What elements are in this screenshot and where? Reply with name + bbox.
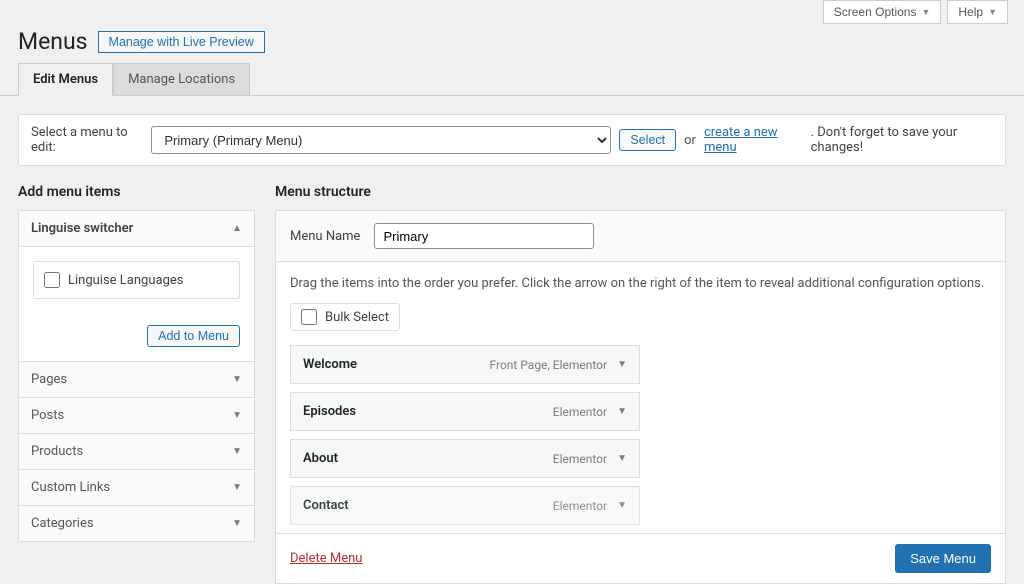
metabox-categories-head[interactable]: Categories ▼ [19, 506, 254, 541]
menu-item-title: About [303, 451, 338, 466]
help-label: Help [958, 5, 983, 19]
chevron-down-icon: ▼ [617, 453, 627, 464]
tab-manage-locations[interactable]: Manage Locations [113, 63, 250, 95]
select-tail-text: . Don't forget to save your changes! [811, 125, 993, 155]
menu-item-title: Contact [303, 498, 349, 513]
screen-options-label: Screen Options [834, 5, 917, 19]
menu-item[interactable]: Contact Elementor ▼ [290, 486, 640, 525]
metabox-linguise-title: Linguise switcher [31, 221, 133, 236]
help-button[interactable]: Help ▼ [947, 0, 1008, 24]
menu-select-dropdown[interactable]: Primary (Primary Menu) [151, 126, 611, 154]
menu-structure-box: Menu Name Drag the items into the order … [275, 210, 1006, 584]
metabox-pages-head[interactable]: Pages ▼ [19, 361, 254, 398]
screen-options-button[interactable]: Screen Options ▼ [823, 0, 942, 24]
chevron-down-icon: ▼ [232, 410, 242, 421]
menu-item-type: Elementor [553, 499, 607, 513]
save-menu-button[interactable]: Save Menu [895, 544, 991, 573]
select-menu-button[interactable]: Select [619, 129, 676, 151]
drag-hint-text: Drag the items into the order you prefer… [290, 276, 991, 291]
bulk-select-label: Bulk Select [325, 310, 389, 325]
menu-item-title: Episodes [303, 404, 356, 419]
delete-menu-link[interactable]: Delete Menu [290, 551, 362, 566]
live-preview-button[interactable]: Manage with Live Preview [98, 31, 265, 53]
metabox-linguise-body: Linguise Languages [19, 247, 254, 313]
menu-item-type: Front Page, Elementor [489, 358, 607, 372]
chevron-down-icon: ▼ [232, 446, 242, 457]
create-new-menu-link[interactable]: create a new menu [704, 125, 803, 155]
menu-name-input[interactable] [374, 223, 594, 249]
chevron-down-icon: ▼ [232, 518, 242, 529]
page-title: Menus [18, 28, 88, 55]
tab-edit-menus[interactable]: Edit Menus [18, 63, 113, 96]
menu-item-type: Elementor [553, 405, 607, 419]
menu-item-title: Welcome [303, 357, 357, 372]
menu-item[interactable]: Episodes Elementor ▼ [290, 392, 640, 431]
metabox-custom-links-head[interactable]: Custom Links ▼ [19, 470, 254, 506]
chevron-down-icon: ▼ [921, 7, 930, 17]
chevron-down-icon: ▼ [988, 7, 997, 17]
menu-item-type: Elementor [553, 452, 607, 466]
add-items-title: Add menu items [18, 184, 255, 200]
select-menu-label: Select a menu to edit: [31, 125, 143, 155]
chevron-down-icon: ▼ [617, 359, 627, 370]
chevron-down-icon: ▼ [617, 406, 627, 417]
menu-structure-title: Menu structure [275, 184, 1006, 200]
menu-name-label: Menu Name [290, 229, 360, 244]
or-text: or [684, 133, 696, 148]
chevron-down-icon: ▼ [232, 482, 242, 493]
linguise-languages-label: Linguise Languages [68, 273, 184, 288]
bulk-select-row[interactable]: Bulk Select [290, 303, 400, 331]
menu-select-panel: Select a menu to edit: Primary (Primary … [18, 114, 1006, 166]
linguise-languages-checkbox[interactable] [44, 272, 60, 288]
bulk-select-checkbox[interactable] [301, 309, 317, 325]
chevron-down-icon: ▼ [232, 374, 242, 385]
linguise-languages-checkbox-row[interactable]: Linguise Languages [33, 261, 240, 299]
chevron-down-icon: ▼ [617, 500, 627, 511]
add-to-menu-button[interactable]: Add to Menu [147, 325, 240, 347]
metabox-products-head[interactable]: Products ▼ [19, 434, 254, 470]
metabox-linguise-head[interactable]: Linguise switcher ▲ [19, 211, 254, 247]
menu-item[interactable]: About Elementor ▼ [290, 439, 640, 478]
chevron-up-icon: ▲ [232, 223, 242, 234]
menu-item[interactable]: Welcome Front Page, Elementor ▼ [290, 345, 640, 384]
metabox-container: Linguise switcher ▲ Linguise Languages A… [18, 210, 255, 542]
metabox-posts-head[interactable]: Posts ▼ [19, 398, 254, 434]
